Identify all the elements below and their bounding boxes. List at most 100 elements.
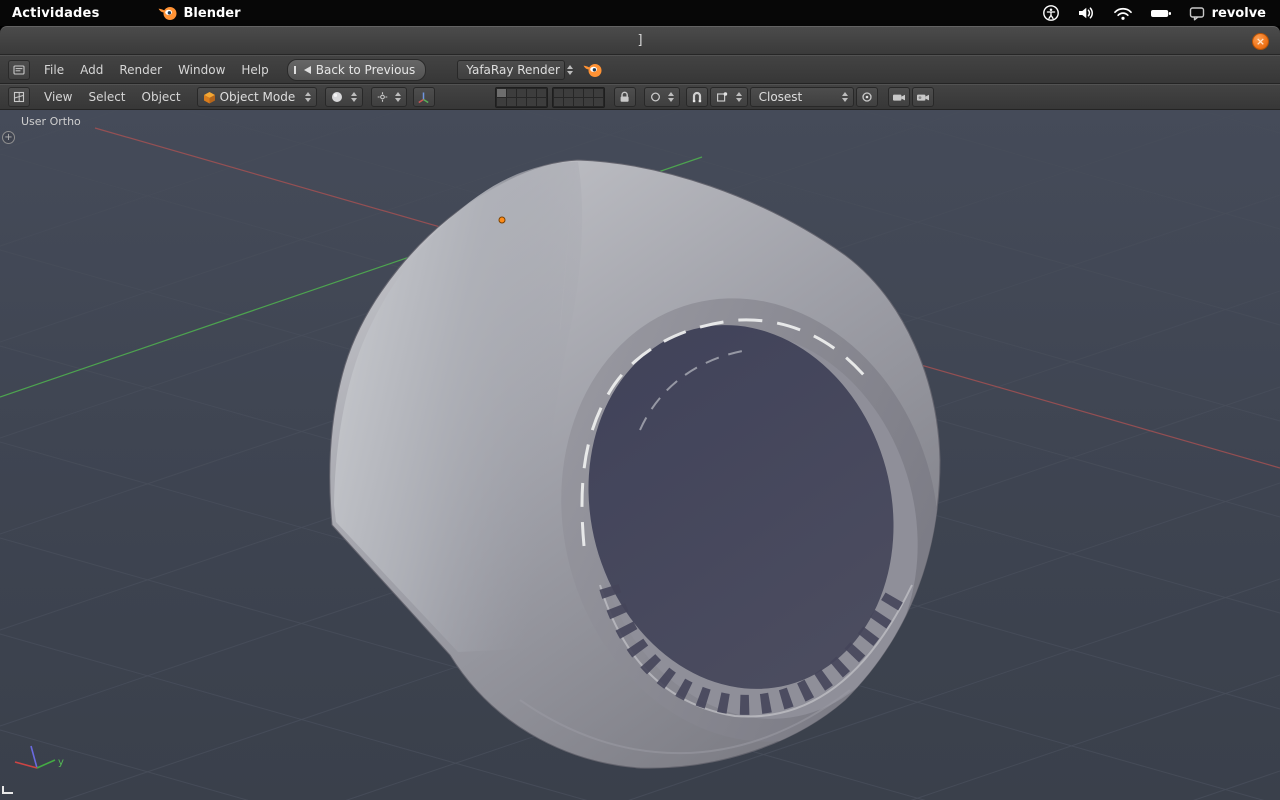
layer-cell[interactable] bbox=[526, 88, 536, 97]
pivot-point-dropdown[interactable] bbox=[370, 87, 407, 107]
snap-element-icon bbox=[716, 92, 727, 102]
accessibility-icon[interactable] bbox=[1042, 4, 1060, 22]
blender-logo-icon bbox=[158, 7, 177, 20]
session-label: revolve bbox=[1211, 5, 1266, 21]
back-to-previous-button[interactable]: Back to Previous bbox=[286, 58, 427, 81]
mode-dropdown[interactable]: Object Mode bbox=[196, 87, 317, 107]
render-engine-value: YafaRay Render bbox=[466, 62, 560, 77]
layer-cell[interactable] bbox=[583, 88, 593, 97]
window-title: ] bbox=[637, 33, 643, 48]
snap-target-button[interactable] bbox=[855, 87, 878, 107]
menu-window[interactable]: Window bbox=[170, 63, 233, 77]
dropdown-arrows-icon bbox=[564, 64, 573, 75]
mini-axis-gizmo: y bbox=[14, 745, 64, 769]
snap-target-icon bbox=[861, 92, 872, 102]
menu-help[interactable]: Help bbox=[233, 63, 276, 77]
layer-cell[interactable] bbox=[506, 88, 516, 97]
layer-cell[interactable] bbox=[583, 97, 593, 106]
model-object[interactable] bbox=[329, 159, 988, 785]
corner-marks bbox=[2, 786, 13, 794]
app-title: Blender bbox=[183, 5, 241, 21]
pivot-crosshair-icon bbox=[377, 92, 387, 102]
snap-toggle-button[interactable] bbox=[685, 87, 708, 107]
view-orientation-label: User Ortho bbox=[21, 115, 81, 128]
view3d-editor-type-button[interactable] bbox=[8, 87, 30, 107]
session-menu[interactable]: revolve bbox=[1189, 6, 1266, 21]
menu-object[interactable]: Object bbox=[134, 90, 189, 104]
menu-render[interactable]: Render bbox=[111, 63, 170, 77]
proportional-edit-dropdown[interactable] bbox=[643, 87, 680, 107]
layer-cell[interactable] bbox=[516, 88, 526, 97]
layer-cell[interactable] bbox=[553, 97, 563, 106]
dropdown-arrows-icon bbox=[348, 92, 357, 102]
render-camera-anim-icon bbox=[916, 94, 929, 101]
layer-cell[interactable] bbox=[496, 97, 506, 106]
battery-icon[interactable] bbox=[1150, 7, 1172, 20]
snap-mode-value: Closest bbox=[758, 90, 803, 104]
layer-cell[interactable] bbox=[593, 97, 603, 106]
viewport-region[interactable]: y User Ortho + bbox=[0, 110, 1280, 800]
viewport-shading-dropdown[interactable] bbox=[324, 87, 363, 107]
close-icon: × bbox=[1255, 35, 1266, 48]
back-arrow-icon bbox=[293, 65, 311, 74]
layer-cell[interactable] bbox=[553, 88, 563, 97]
shading-sphere-icon bbox=[331, 92, 342, 102]
grid-line bbox=[1193, 770, 1280, 800]
layer-cell[interactable] bbox=[563, 97, 573, 106]
window-close-button[interactable]: × bbox=[1252, 33, 1269, 50]
layer-cell[interactable] bbox=[536, 97, 546, 106]
lock-to-scene-button[interactable] bbox=[613, 87, 636, 107]
info-editor-header: File Add Render Window Help Back to Prev… bbox=[0, 55, 1280, 84]
object-origin-dot bbox=[498, 216, 506, 224]
layers-grid-2[interactable] bbox=[551, 86, 605, 108]
layer-cell[interactable] bbox=[563, 88, 573, 97]
gizmo-y-label: y bbox=[58, 757, 64, 768]
menu-file[interactable]: File bbox=[36, 63, 72, 77]
layer-cell[interactable] bbox=[573, 88, 583, 97]
lock-icon bbox=[620, 91, 629, 102]
gizmo-y-axis bbox=[36, 759, 56, 769]
system-bar-right: revolve bbox=[1042, 4, 1280, 22]
dropdown-arrows-icon bbox=[392, 92, 401, 102]
layer-cell[interactable] bbox=[496, 88, 506, 97]
layers-grid-1[interactable] bbox=[494, 86, 548, 108]
render-engine-dropdown[interactable]: YafaRay Render bbox=[457, 59, 573, 80]
info-editor-type-button[interactable] bbox=[8, 59, 30, 80]
region-expand-button[interactable]: + bbox=[2, 131, 15, 144]
grid-line bbox=[1197, 110, 1280, 134]
window-titlebar[interactable]: ] × bbox=[0, 26, 1280, 55]
layer-cell[interactable] bbox=[506, 97, 516, 106]
dropdown-arrows-icon bbox=[839, 92, 848, 102]
layer-cell[interactable] bbox=[526, 97, 536, 106]
wifi-icon[interactable] bbox=[1113, 6, 1133, 21]
app-title-group[interactable]: Blender bbox=[158, 5, 241, 21]
gizmo-z-axis bbox=[30, 745, 38, 769]
view3d-header: View Select Object Object Mode Closest bbox=[0, 84, 1280, 110]
back-button-label: Back to Previous bbox=[315, 62, 416, 77]
layer-cell[interactable] bbox=[516, 97, 526, 106]
menu-view[interactable]: View bbox=[36, 90, 80, 104]
menu-select[interactable]: Select bbox=[80, 90, 133, 104]
view3d-editor-icon bbox=[13, 91, 25, 103]
magnet-icon bbox=[692, 91, 701, 103]
viewport-canvas[interactable]: y bbox=[0, 110, 1280, 800]
manipulator-toggle-button[interactable] bbox=[412, 87, 435, 107]
layer-cell[interactable] bbox=[536, 88, 546, 97]
activities-button[interactable]: Actividades bbox=[0, 6, 112, 21]
opengl-render-anim-button[interactable] bbox=[911, 87, 934, 107]
mode-value: Object Mode bbox=[219, 90, 296, 104]
menu-add[interactable]: Add bbox=[72, 63, 111, 77]
render-camera-icon bbox=[892, 94, 905, 101]
snap-mode-dropdown[interactable]: Closest bbox=[749, 87, 854, 107]
system-top-bar: Actividades Blender revolve bbox=[0, 0, 1280, 26]
opengl-render-button[interactable] bbox=[887, 87, 910, 107]
info-editor-icon bbox=[13, 64, 25, 75]
dropdown-arrows-icon bbox=[733, 92, 742, 102]
dropdown-arrows-icon bbox=[302, 92, 311, 102]
layer-cell[interactable] bbox=[573, 97, 583, 106]
object-mode-cube-icon bbox=[203, 91, 215, 103]
snap-element-dropdown[interactable] bbox=[709, 87, 748, 107]
volume-icon[interactable] bbox=[1077, 5, 1096, 21]
layer-cell[interactable] bbox=[593, 88, 603, 97]
gizmo-x-axis bbox=[14, 761, 38, 769]
